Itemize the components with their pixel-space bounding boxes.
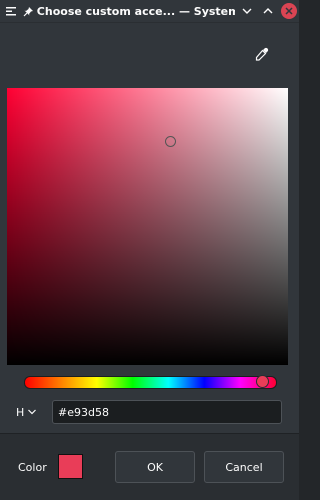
color-mode-dropdown[interactable]: H	[16, 401, 46, 423]
selected-color-swatch	[58, 454, 83, 479]
hue-slider-handle[interactable]	[256, 375, 269, 388]
title-bar: Choose custom acce... — System Settings	[0, 0, 299, 23]
close-icon	[281, 3, 298, 19]
chevron-down-icon	[242, 8, 252, 14]
maximize-button[interactable]	[258, 1, 277, 21]
dialog-content: H	[0, 23, 299, 433]
color-cursor[interactable]	[165, 136, 176, 147]
minimize-button[interactable]	[237, 1, 256, 21]
window-menu-icon[interactable]	[0, 0, 21, 22]
value-gradient	[7, 88, 288, 365]
dialog-footer: Color OK Cancel	[0, 433, 299, 500]
cancel-button[interactable]: Cancel	[204, 451, 284, 483]
close-button[interactable]	[280, 1, 299, 21]
eyedropper-icon	[255, 47, 269, 61]
pin-icon[interactable]	[21, 0, 35, 22]
color-label: Color	[18, 461, 47, 474]
chevron-up-icon	[263, 8, 273, 14]
saturation-value-field[interactable]	[7, 88, 288, 365]
screen-color-picker-button[interactable]	[249, 41, 275, 67]
hex-color-input[interactable]	[52, 400, 282, 424]
hue-slider[interactable]	[24, 375, 277, 389]
chevron-down-icon	[28, 409, 37, 415]
color-mode-label: H	[16, 405, 25, 419]
window-title: Choose custom acce... — System Settings	[36, 4, 235, 18]
ok-button[interactable]: OK	[115, 451, 195, 483]
